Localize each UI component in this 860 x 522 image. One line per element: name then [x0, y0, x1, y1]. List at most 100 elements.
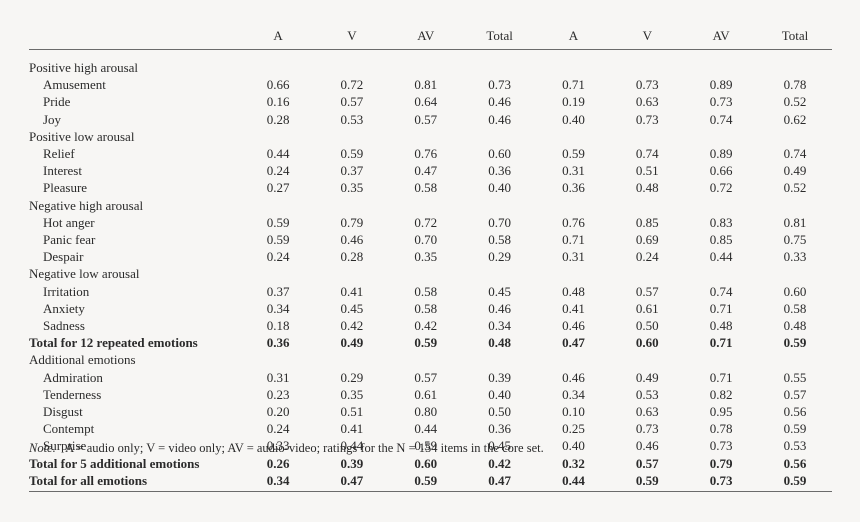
- cell-value: 0.60: [635, 335, 659, 351]
- table-head: A V AV Total A V AV Total: [29, 28, 832, 50]
- row-label: Negative low arousal: [29, 266, 140, 282]
- cell-value: 0.76: [414, 146, 438, 162]
- cell-value: 0.35: [340, 180, 364, 196]
- cell-value: 0.66: [709, 163, 733, 179]
- cell-value: 0.61: [635, 300, 659, 316]
- cell-value: 0.37: [266, 283, 290, 299]
- cell-value: 0.48: [635, 180, 659, 196]
- cell-value: [758, 50, 832, 77]
- cell-value: [389, 351, 463, 368]
- cell-value: [684, 128, 758, 145]
- cell-value: 0.10: [562, 404, 585, 420]
- cell-value: 0.62: [783, 111, 807, 127]
- cell-value: 0.59: [783, 335, 807, 351]
- cell-value: 0.76: [562, 214, 585, 230]
- row-label: Tenderness: [43, 386, 102, 402]
- cell-value: 0.71: [709, 335, 733, 351]
- cell-value: 0.42: [414, 318, 438, 334]
- cell-value: [463, 265, 537, 282]
- cell-value: 0.56: [783, 404, 807, 420]
- row-label: Additional emotions: [29, 352, 136, 368]
- cell-value: 0.47: [414, 163, 438, 179]
- cell-value: 0.31: [562, 163, 585, 179]
- cell-value: 0.74: [635, 146, 659, 162]
- cell-value: [463, 351, 537, 368]
- cell-value: [241, 265, 315, 282]
- cell-value: [315, 128, 389, 145]
- cell-value: [389, 197, 463, 214]
- cell-value: 0.72: [414, 214, 438, 230]
- cell-value: [537, 351, 611, 368]
- cell-value: 0.44: [709, 249, 733, 265]
- cell-value: 0.73: [635, 421, 659, 437]
- cell-value: 0.51: [340, 404, 364, 420]
- cell-value: 0.59: [758, 471, 832, 493]
- cell-value: 0.57: [340, 94, 364, 110]
- cell-value: 0.56: [783, 455, 807, 471]
- cell-value: 0.70: [414, 232, 438, 248]
- cell-value: 0.45: [488, 283, 511, 299]
- cell-value: 0.48: [709, 318, 733, 334]
- cell-value: 0.42: [340, 318, 364, 334]
- cell-value: 0.52: [783, 180, 807, 196]
- cell-value: 0.39: [340, 455, 364, 471]
- cell-value: [315, 50, 389, 77]
- cell-value: 0.59: [610, 471, 685, 493]
- cell-value: [389, 50, 463, 77]
- cell-value: 0.57: [414, 111, 438, 127]
- row-label: Pride: [43, 94, 71, 110]
- cell-value: 0.41: [340, 421, 364, 437]
- cell-value: 0.50: [488, 404, 511, 420]
- cell-value: 0.28: [266, 111, 290, 127]
- cell-value: 0.48: [562, 283, 585, 299]
- cell-value: 0.24: [635, 249, 659, 265]
- cell-value: 0.37: [340, 163, 364, 179]
- cell-value: [315, 265, 389, 282]
- cell-value: 0.46: [635, 438, 659, 454]
- cell-value: 0.81: [783, 214, 807, 230]
- cell-value: 0.73: [635, 77, 659, 93]
- cell-value: 0.52: [783, 94, 807, 110]
- column-header-1: V: [315, 28, 389, 50]
- table-row: Pride 0.16 0.57 0.64 0.46 0.19 0.63 0.73 0.52: [29, 93, 832, 110]
- column-header-7: Total: [758, 28, 832, 50]
- cell-value: [684, 265, 758, 282]
- cell-value: 0.58: [414, 180, 438, 196]
- cell-value: 0.46: [488, 94, 511, 110]
- cell-value: 0.47: [562, 335, 585, 351]
- cell-value: 0.81: [414, 77, 438, 93]
- row-label: Disgust: [43, 404, 83, 420]
- cell-value: [684, 197, 758, 214]
- cell-value: [463, 197, 537, 214]
- cell-value: 0.28: [340, 249, 364, 265]
- cell-value: 0.35: [340, 386, 364, 402]
- cell-value: 0.70: [488, 214, 511, 230]
- cell-value: 0.36: [488, 163, 511, 179]
- cell-value: 0.23: [266, 386, 290, 402]
- cell-value: 0.20: [266, 404, 290, 420]
- row-label: Positive high arousal: [29, 60, 139, 75]
- cell-value: [610, 128, 684, 145]
- cell-value: [241, 351, 315, 368]
- cell-value: 0.36: [266, 335, 290, 351]
- cell-value: 0.58: [488, 232, 511, 248]
- cell-value: 0.66: [266, 77, 290, 93]
- cell-value: 0.63: [635, 94, 659, 110]
- cell-value: 0.61: [414, 386, 438, 402]
- row-label: Irritation: [43, 283, 90, 299]
- column-header-5: V: [610, 28, 685, 50]
- cell-value: 0.34: [562, 386, 585, 402]
- cell-value: 0.59: [562, 146, 585, 162]
- cell-value: 0.59: [388, 471, 463, 493]
- row-label: Positive low arousal: [29, 128, 135, 144]
- table-row: Contempt 0.24 0.41 0.44 0.36 0.25 0.73 0.78 0.59: [29, 420, 832, 437]
- cell-value: 0.72: [340, 77, 364, 93]
- cell-value: 0.42: [488, 455, 511, 471]
- cell-value: [315, 351, 389, 368]
- note-prefix: Note.: [29, 441, 56, 455]
- cell-value: 0.57: [783, 386, 807, 402]
- cell-value: 0.34: [241, 471, 315, 493]
- row-label: Despair: [43, 249, 84, 265]
- table-body: Positive high arousal Amusement 0.66 0.72 0.…: [29, 50, 832, 493]
- cell-value: 0.46: [488, 300, 511, 316]
